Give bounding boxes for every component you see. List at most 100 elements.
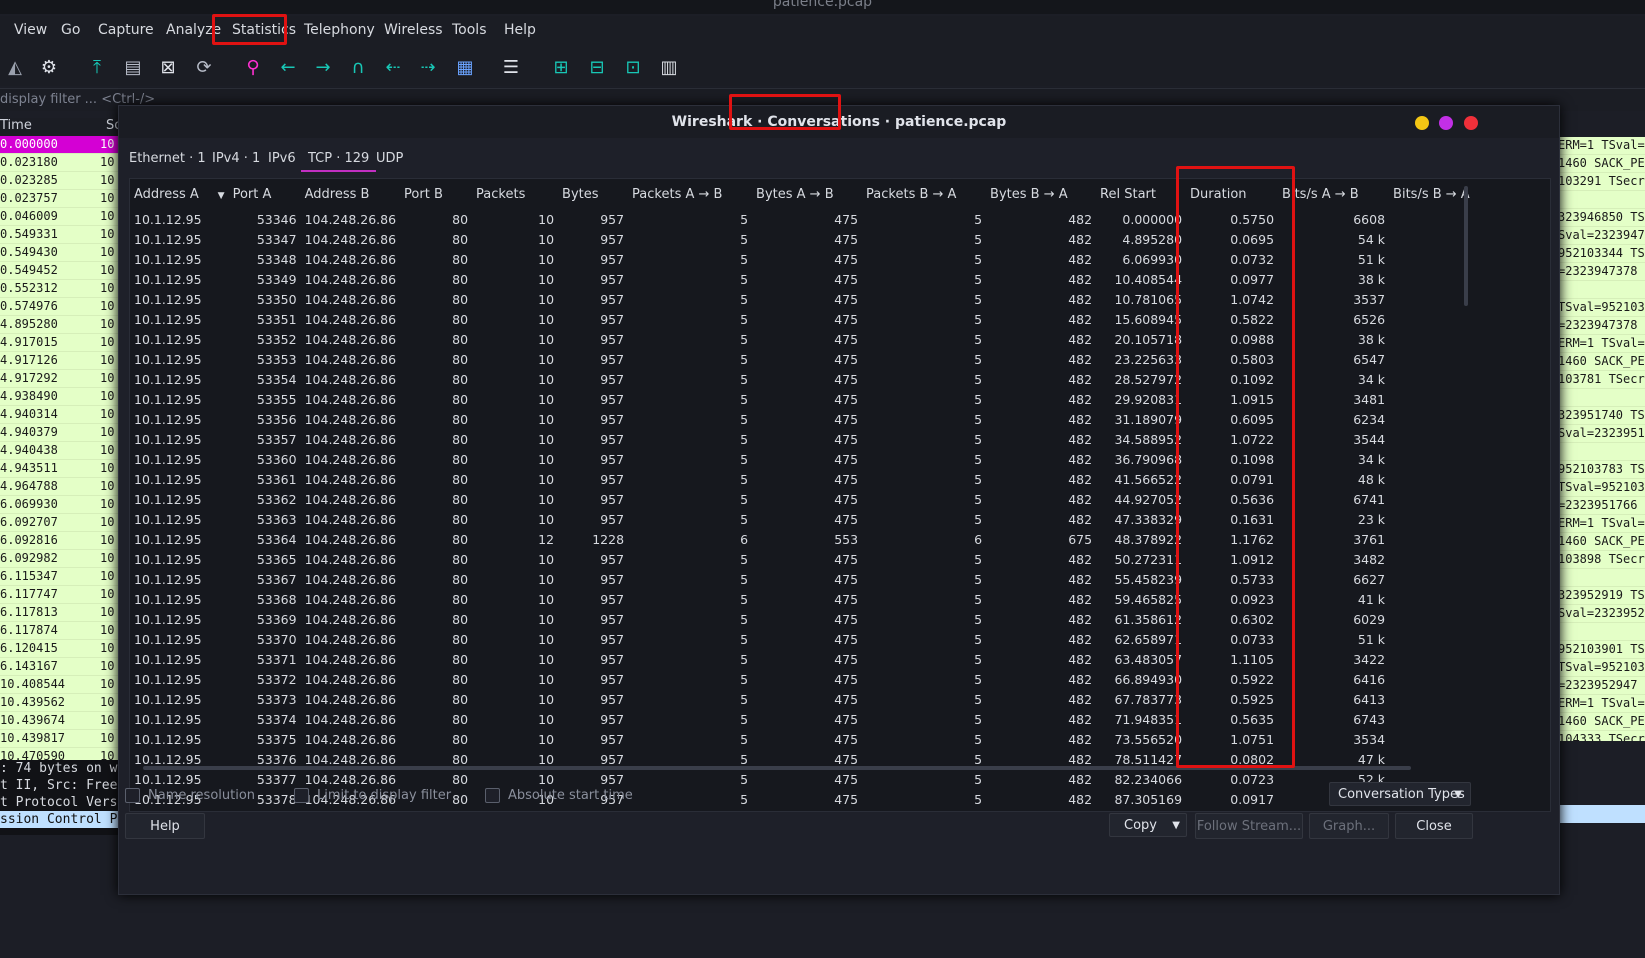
tab-tcp[interactable]: TCP · 129 [301, 151, 377, 172]
packet-row[interactable]: 4.940379 10 [0, 424, 118, 442]
column-header[interactable]: Port A [229, 179, 301, 209]
normal-size-icon[interactable]: ⊡ [620, 54, 646, 80]
tab-ipv4[interactable]: IPv4 · 1 [212, 151, 260, 166]
menu-view[interactable]: View [14, 22, 47, 38]
graph-button[interactable]: Graph... [1309, 813, 1389, 839]
packet-row[interactable]: 10.408544 10 [0, 676, 118, 694]
packet-list[interactable]: Time So 0.000000 10 0.023180 10 0.023285 10 0.0… [0, 118, 122, 766]
packet-row[interactable]: 4.940314 10 [0, 406, 118, 424]
column-header[interactable]: Bytes [558, 179, 628, 209]
menu-go[interactable]: Go [61, 22, 80, 38]
packet-row[interactable]: 0.023757 10 [0, 190, 118, 208]
help-button[interactable]: Help [125, 813, 205, 839]
last-packet-icon[interactable]: ⇢ [415, 54, 441, 80]
packet-row[interactable]: 6.092707 10 [0, 514, 118, 532]
checkbox-box[interactable] [125, 787, 140, 803]
packet-info-cell[interactable]: 1460 SACK_PE [1558, 533, 1645, 551]
first-packet-icon[interactable]: ⇠ [380, 54, 406, 80]
packet-info-cell[interactable]: 104333 TSecr [1558, 731, 1645, 741]
tab-ipv6[interactable]: IPv6 [268, 151, 296, 166]
packet-info-cell[interactable]: TSval=952103 [1558, 299, 1645, 317]
packet-row[interactable]: 0.023285 10 [0, 172, 118, 190]
column-header[interactable]: Bytes B → A [986, 179, 1096, 209]
checkbox-box[interactable] [294, 787, 309, 803]
packet-info-cell[interactable]: 323952919 TS [1558, 587, 1645, 605]
packet-info-column[interactable]: ERM=1 TSval= 1460 SACK_PE 103291 TSecr 3239… [1558, 137, 1645, 741]
detail-ip[interactable]: t Protocol Vers [0, 794, 120, 811]
tab-ethernet[interactable]: Ethernet · 1 [129, 151, 206, 166]
packet-row[interactable]: 6.092982 10 [0, 550, 118, 568]
vertical-scrollbar[interactable] [1464, 186, 1468, 306]
packet-info-cell[interactable]: =2323951766 [1558, 497, 1645, 515]
menu-capture[interactable]: Capture [98, 22, 154, 38]
packet-info-cell[interactable]: Sval=2323951 [1558, 425, 1645, 443]
packet-info-cell[interactable]: 103781 TSecr [1558, 371, 1645, 389]
open-file-icon[interactable]: ⤒ [84, 54, 110, 80]
packet-info-cell[interactable]: 103291 TSecr [1558, 173, 1645, 191]
packet-info-cell[interactable]: 1460 SACK_PE [1558, 155, 1645, 173]
checkbox-box[interactable] [485, 787, 500, 803]
menu-telephony[interactable]: Telephony [304, 22, 375, 38]
packet-info-cell[interactable]: ERM=1 TSval= [1558, 515, 1645, 533]
save-file-icon[interactable]: ▤ [120, 54, 146, 80]
packet-info-cell[interactable]: 323951740 TS [1558, 407, 1645, 425]
packet-row[interactable]: 0.574976 10 [0, 298, 118, 316]
column-header[interactable]: Bytes A → B [752, 179, 862, 209]
packet-row[interactable]: 4.940438 10 [0, 442, 118, 460]
packet-row[interactable]: 4.895280 10 [0, 316, 118, 334]
autoscroll-icon[interactable]: ▦ [452, 54, 478, 80]
packet-info-cell[interactable]: 952103901 TS [1558, 641, 1645, 659]
packet-row[interactable]: 10.439562 10 [0, 694, 118, 712]
packet-info-cell[interactable]: ERM=1 TSval= [1558, 695, 1645, 713]
packet-row[interactable]: 4.917015 10 [0, 334, 118, 352]
zoom-out-icon[interactable]: ⊟ [584, 54, 610, 80]
packet-row[interactable]: 4.917292 10 [0, 370, 118, 388]
tab-udp[interactable]: UDP [376, 151, 403, 166]
packet-info-cell[interactable]: 1460 SACK_PE [1558, 713, 1645, 731]
packet-row[interactable]: 6.115347 10 [0, 568, 118, 586]
gear-icon[interactable]: ⚙ [36, 54, 62, 80]
maximize-icon[interactable] [1439, 116, 1453, 130]
packet-row[interactable]: 10.439674 10 [0, 712, 118, 730]
packet-row[interactable]: 0.549430 10 [0, 244, 118, 262]
packet-row[interactable]: 6.117747 10 [0, 586, 118, 604]
packet-row[interactable]: 6.092816 10 [0, 532, 118, 550]
packet-row[interactable]: 0.549452 10 [0, 262, 118, 280]
copy-button[interactable]: Copy ▼ [1109, 813, 1187, 837]
packet-info-cell[interactable]: 323946850 TS [1558, 209, 1645, 227]
packet-info-cell[interactable]: ERM=1 TSval= [1558, 335, 1645, 353]
name-resolution-checkbox[interactable]: Name resolution [125, 786, 255, 804]
reload-icon[interactable]: ⟳ [191, 54, 217, 80]
packet-info-cell[interactable]: Sval=2323947 [1558, 227, 1645, 245]
packet-row[interactable]: 6.120415 10 [0, 640, 118, 658]
packet-row[interactable]: 4.943511 10 [0, 460, 118, 478]
column-header[interactable]: Bits/s B → A [1389, 179, 1474, 209]
packet-row[interactable]: 6.143167 10 [0, 658, 118, 676]
column-header[interactable]: Address A ▼ [130, 179, 229, 209]
menu-help[interactable]: Help [504, 22, 536, 38]
packet-row[interactable]: 6.069930 10 [0, 496, 118, 514]
packet-row[interactable]: 4.938490 10 [0, 388, 118, 406]
menu-tools[interactable]: Tools [452, 22, 487, 38]
packet-row[interactable]: 10.439817 10 [0, 730, 118, 748]
close-file-icon[interactable]: ⊠ [155, 54, 181, 80]
forward-arrow-icon[interactable]: → [310, 54, 336, 80]
packet-info-cell[interactable]: 1460 SACK_PE [1558, 353, 1645, 371]
search-icon[interactable]: ⚲ [240, 54, 266, 80]
packet-row[interactable]: 6.117874 10 [0, 622, 118, 640]
column-header[interactable]: Address B [301, 179, 400, 209]
colorize-icon[interactable]: ☰ [498, 54, 524, 80]
packet-info-cell[interactable] [1558, 623, 1645, 641]
packet-info-cell[interactable]: 952103783 TS [1558, 461, 1645, 479]
packet-info-cell[interactable]: ERM=1 TSval= [1558, 137, 1645, 155]
packet-row[interactable]: 0.552312 10 [0, 280, 118, 298]
packet-info-cell[interactable]: TSval=952103 [1558, 659, 1645, 677]
conversation-types-dropdown[interactable]: Conversation Types ▼ [1329, 782, 1471, 806]
packet-info-cell[interactable]: 952103344 TS [1558, 245, 1645, 263]
column-header[interactable]: Packets A → B [628, 179, 752, 209]
minimize-icon[interactable] [1415, 116, 1429, 130]
packet-row[interactable]: 0.046009 10 [0, 208, 118, 226]
close-button[interactable]: Close [1395, 813, 1473, 839]
packet-info-cell[interactable]: =2323947378 [1558, 263, 1645, 281]
resize-columns-icon[interactable]: ▥ [656, 54, 682, 80]
